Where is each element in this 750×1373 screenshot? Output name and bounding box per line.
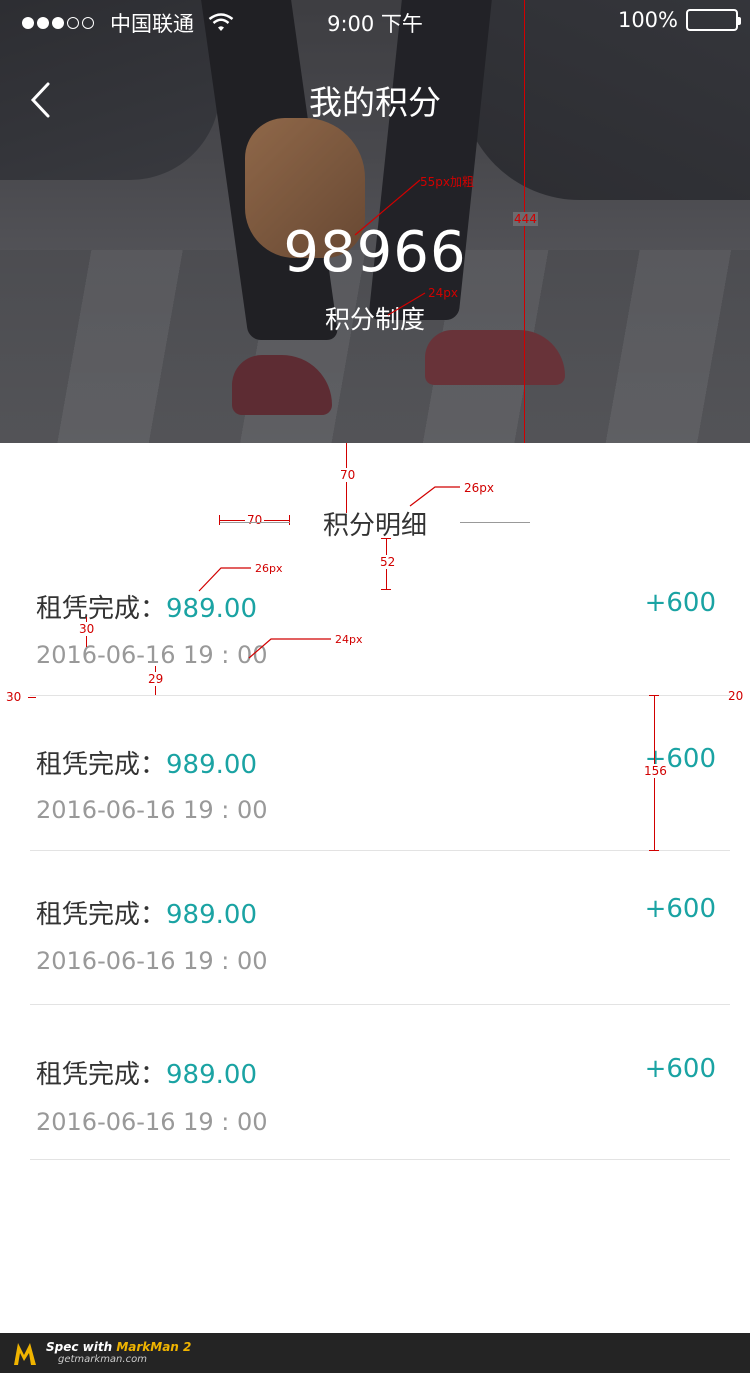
record-amount: 989.00 (166, 750, 257, 780)
annotation-arrow (354, 179, 421, 236)
divider (30, 1004, 730, 1005)
battery-icon (686, 9, 741, 31)
record-points-change: +600 (644, 1054, 716, 1084)
annotation-label: 26px (464, 481, 494, 495)
annotation-label: 444 (513, 212, 538, 226)
annotation-label: 29 (148, 672, 164, 686)
annotation-label: 20 (728, 689, 744, 703)
annotation-label: 70 (339, 468, 357, 482)
record-type: 租凭完成： (36, 750, 167, 780)
annotation-label: 30 (79, 622, 95, 636)
status-bar: 中国联通 9:00 下午 100% (0, 0, 750, 40)
list-item: 租凭完成：989.00 +600 2016-06-16 19 : 00 (0, 696, 750, 852)
record-label: 租凭完成：989.00 (36, 894, 257, 931)
list-item: 租凭完成：989.00 +600 2016-06-16 19 : 00 (0, 540, 750, 696)
record-datetime: 2016-06-16 19 : 00 (36, 796, 268, 824)
record-type: 租凭完成： (36, 594, 167, 624)
points-rules-link[interactable]: 积分制度 (0, 300, 750, 336)
annotation-label: 24px (335, 633, 363, 646)
annotation-label: 156 (643, 764, 668, 778)
record-datetime: 2016-06-16 19 : 00 (36, 1108, 268, 1136)
divider-right (460, 522, 530, 523)
annotation-line (28, 697, 36, 698)
battery-status: 100% (617, 8, 741, 32)
footer-site: getmarkman.com (58, 1354, 147, 1365)
record-datetime: 2016-06-16 19 : 00 (36, 641, 268, 669)
annotation-label: 26px (255, 562, 283, 575)
annotation-arrow (198, 567, 251, 592)
record-amount: 989.00 (166, 1060, 257, 1090)
record-amount: 989.00 (166, 594, 257, 624)
divider (30, 850, 730, 851)
record-datetime: 2016-06-16 19 : 00 (36, 947, 268, 975)
record-label: 租凭完成：989.00 (36, 744, 257, 781)
divider (30, 1159, 730, 1160)
record-type: 租凭完成： (36, 900, 167, 930)
record-label: 租凭完成：989.00 (36, 1054, 257, 1091)
annotation-arrow (387, 292, 426, 316)
record-type: 租凭完成： (36, 1060, 167, 1090)
annotation-line (381, 538, 391, 539)
footer-spec-text: Spec with MarkMan 2 (46, 1340, 191, 1354)
record-amount: 989.00 (166, 900, 257, 930)
battery-percent: 100% (617, 8, 678, 32)
list-item: 租凭完成：989.00 +600 2016-06-16 19 : 00 (0, 1008, 750, 1164)
section-title: 积分明细 (322, 511, 427, 541)
brand-name: MarkMan 2 (116, 1340, 192, 1354)
annotation-label: 55px加粗 (420, 175, 474, 189)
page-title: 我的积分 (309, 83, 441, 122)
record-points-change: +600 (644, 894, 716, 924)
record-points-change: +600 (644, 588, 716, 618)
annotation-label: 30 (6, 690, 22, 704)
markman-logo-icon (14, 1343, 36, 1365)
annotation-arrow (248, 638, 331, 659)
spec-label: Spec with (46, 1340, 117, 1354)
list-item: 租凭完成：989.00 +600 2016-06-16 19 : 00 (0, 852, 750, 1008)
annotation-line (649, 850, 659, 851)
annotation-label: 24px (428, 286, 458, 300)
markman-footer: Spec with MarkMan 2 getmarkman.com (0, 1333, 750, 1373)
annotation-line (649, 695, 659, 696)
